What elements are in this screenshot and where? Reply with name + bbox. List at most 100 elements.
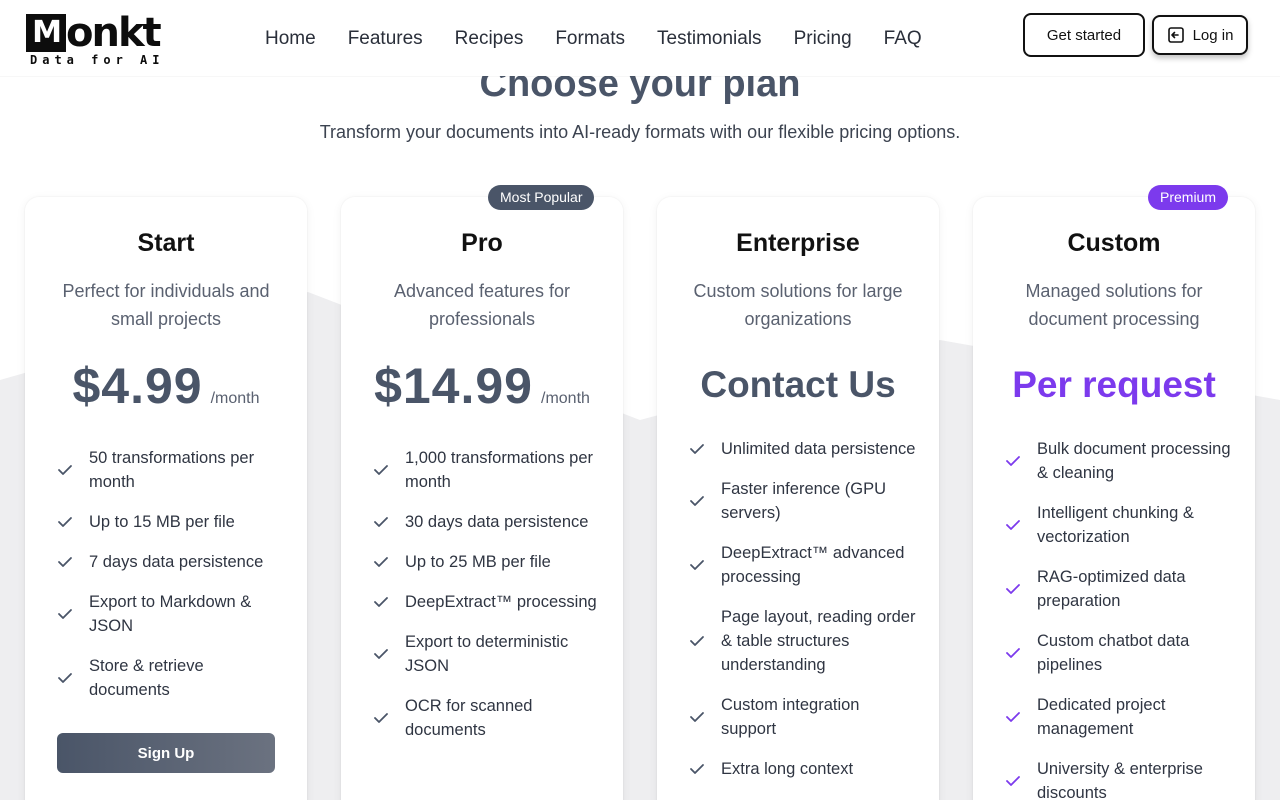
check-icon [1005,647,1037,659]
feature-item: Dedicated project management [1005,693,1235,741]
plan-description: Custom solutions for large organizations [693,281,903,329]
feature-item: Unlimited data persistence [689,437,919,461]
nav-features[interactable]: Features [332,26,439,52]
plan-price: Per request [1012,364,1216,405]
check-icon [57,608,89,620]
plan-card-custom: Custom Managed solutions for document pr… [973,197,1255,800]
nav-home[interactable]: Home [249,26,332,52]
feature-text: Export to deterministic JSON [405,633,569,675]
sign-up-button[interactable]: Sign Up [57,733,275,773]
login-icon [1167,27,1184,43]
nav-testimonials[interactable]: Testimonials [641,26,778,52]
logo-tagline: Data for AI [30,53,165,67]
plan-features: 50 transformations per month Up to 15 MB… [57,446,287,718]
feature-text: Intelligent chunking & vectorization [1037,504,1194,546]
check-icon [57,464,89,476]
check-icon [1005,775,1037,787]
feature-text: DeepExtract™ advanced processing [721,544,905,586]
feature-item: 7 days data persistence [57,550,287,574]
check-icon [57,556,89,568]
feature-item: OCR for scanned documents [373,694,603,742]
get-started-button[interactable]: Get started [1023,13,1145,57]
feature-text: Extra long context [721,760,854,778]
plan-card-enterprise: Enterprise Custom solutions for large or… [657,197,939,800]
feature-item: RAG-optimized data preparation [1005,565,1235,613]
premium-badge: Premium [1148,185,1229,210]
plan-name: Custom [1067,229,1161,257]
feature-text: Custom integration support [721,696,860,738]
plan-price-row: $14.99 /month [341,357,623,415]
check-icon [57,516,89,528]
plan-features: 1,000 transformations per month 30 days … [373,446,603,758]
plan-features: Unlimited data persistence Faster infere… [689,437,919,797]
check-icon [689,711,721,723]
feature-text: Up to 25 MB per file [405,553,551,571]
plan-price-row: Contact Us [657,357,939,413]
plan-name: Enterprise [736,229,860,257]
nav-faq[interactable]: FAQ [868,26,938,52]
feature-item: Bulk document processing & cleaning [1005,437,1235,485]
check-icon [1005,519,1037,531]
plan-period: /month [541,390,590,407]
nav-pricing[interactable]: Pricing [778,26,868,52]
feature-item: Up to 15 MB per file [57,510,287,534]
check-icon [373,596,405,608]
feature-text: Up to 15 MB per file [89,513,235,531]
check-icon [1005,455,1037,467]
plan-description: Advanced features for professionals [393,281,571,329]
plan-description: Perfect for individuals and small projec… [62,281,270,329]
feature-text: Store & retrieve documents [89,657,204,699]
plan-description: Managed solutions for document processin… [1025,281,1203,329]
plan-card-pro: Pro Advanced features for professionals … [341,197,623,800]
plan-features: Bulk document processing & cleaning Inte… [1005,437,1235,800]
check-icon [1005,711,1037,723]
feature-text: RAG-optimized data preparation [1037,568,1186,610]
nav-formats[interactable]: Formats [539,26,641,52]
check-icon [689,635,721,647]
plan-price: $14.99 [374,358,533,414]
feature-item: DeepExtract™ advanced processing [689,541,919,589]
feature-text: 50 transformations per month [89,449,255,491]
feature-text: 1,000 transformations per month [405,449,594,491]
feature-text: Export to Markdown & JSON [89,593,252,635]
feature-item: 50 transformations per month [57,446,287,494]
feature-text: 7 days data persistence [89,553,264,571]
feature-text: 30 days data persistence [405,513,589,531]
feature-text: Custom chatbot data pipelines [1037,632,1190,674]
check-icon [689,763,721,775]
feature-item: University & enterprise discounts [1005,757,1235,800]
logo[interactable]: Monkt Data for AI [26,10,162,69]
feature-item: 1,000 transformations per month [373,446,603,494]
plan-name: Pro [461,229,503,257]
feature-item: DeepExtract™ processing [373,590,603,614]
check-icon [57,672,89,684]
feature-text: Faster inference (GPU servers) [721,480,887,522]
main-nav: Home Features Recipes Formats Testimonia… [249,26,938,52]
nav-recipes[interactable]: Recipes [439,26,540,52]
logo-wordmark: Monkt [26,10,162,56]
plan-price-row: $4.99 /month [25,357,307,415]
plan-name: Start [137,229,195,257]
log-in-button[interactable]: Log in [1152,15,1248,55]
check-icon [373,712,405,724]
feature-text: Page layout, reading order & table struc… [721,608,916,674]
feature-text: Dedicated project management [1037,696,1166,738]
check-icon [689,495,721,507]
plan-price: $4.99 [72,358,203,414]
feature-text: Bulk document processing & cleaning [1037,440,1231,482]
plan-card-start: Start Perfect for individuals and small … [25,197,307,800]
feature-text: Unlimited data persistence [721,440,916,458]
pricing-subtitle: Transform your documents into AI-ready f… [319,122,961,142]
feature-item: Custom integration support [689,693,919,741]
feature-item: Export to deterministic JSON [373,630,603,678]
feature-item: Faster inference (GPU servers) [689,477,919,525]
site-header: Monkt Data for AI Home Features Recipes … [0,0,1280,76]
feature-text: OCR for scanned documents [405,697,533,739]
logo-mark-icon: M [26,14,66,52]
feature-item: Custom chatbot data pipelines [1005,629,1235,677]
logo-name: onkt [66,10,162,56]
check-icon [373,516,405,528]
check-icon [689,443,721,455]
plan-period: /month [210,390,260,407]
check-icon [689,559,721,571]
